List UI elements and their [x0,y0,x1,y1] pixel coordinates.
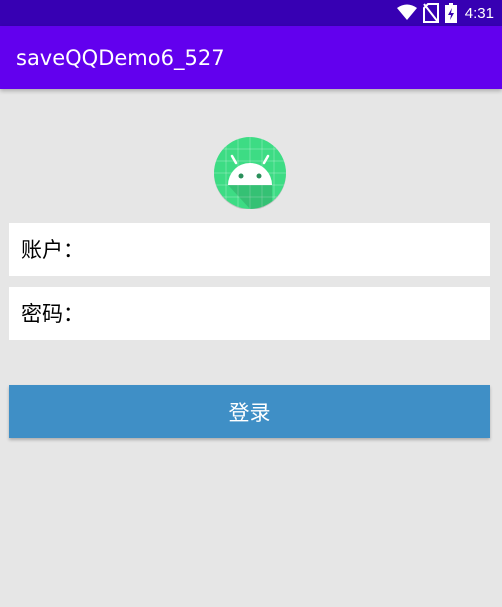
account-field[interactable]: 账户： [9,223,490,276]
account-label: 账户： [21,238,84,262]
login-button[interactable]: 登录 [9,385,490,438]
status-icons: 4:31 [396,3,494,23]
no-sim-icon [422,3,439,23]
app-bar: saveQQDemo6_527 [0,26,502,89]
wifi-icon [396,4,417,22]
battery-charging-icon [444,3,457,23]
android-icon [214,137,286,210]
password-field[interactable]: 密码： [9,287,490,340]
status-clock: 4:31 [464,4,494,22]
password-label: 密码： [21,302,84,326]
account-input[interactable] [99,231,479,269]
password-input[interactable] [99,295,479,333]
app-title: saveQQDemo6_527 [16,46,225,70]
status-bar: 4:31 [0,0,502,26]
